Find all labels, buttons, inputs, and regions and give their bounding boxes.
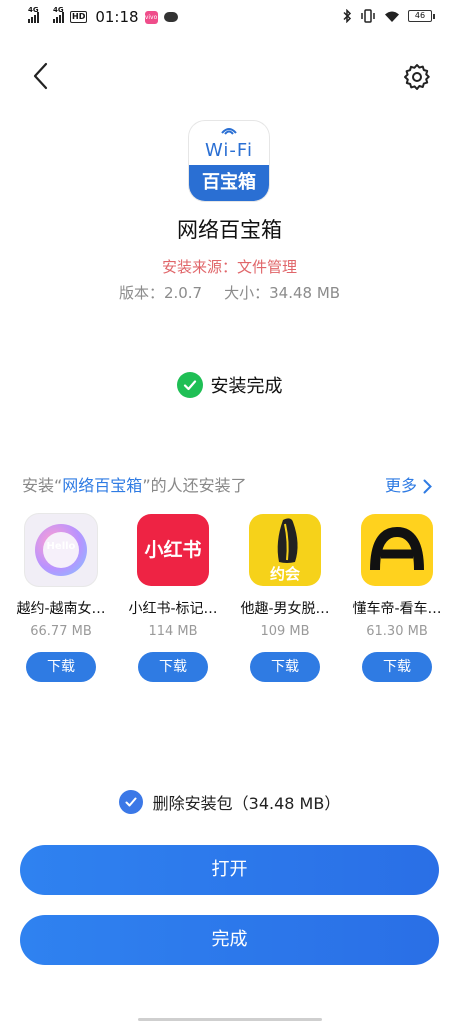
yueyue-app-icon: Hello — [25, 514, 97, 586]
chevron-left-icon — [33, 62, 48, 90]
taqu-app-icon: 约会 — [249, 514, 321, 586]
app-name: 网络百宝箱 — [177, 218, 282, 242]
recommend-app-size: 109 MB — [260, 624, 310, 639]
install-source: 安装来源：文件管理 — [161, 258, 297, 276]
recommend-app-size: 114 MB — [148, 624, 198, 639]
delete-package-label: 删除安装包（34.48 MB） — [152, 794, 341, 813]
done-button[interactable]: 完成 — [20, 915, 439, 965]
battery-level: 46 — [408, 10, 432, 22]
status-bar: 4G 4G HD 01:18 vivo 46 — [0, 0, 459, 36]
recommend-title-suffix: ”的人还安装了 — [142, 476, 247, 495]
download-button[interactable]: 下载 — [26, 652, 96, 682]
recommend-app-name: 小红书-标记… — [128, 601, 218, 617]
download-button[interactable]: 下载 — [362, 652, 432, 682]
gear-icon — [404, 64, 430, 90]
recommend-app-name: 他趣-男女脱… — [240, 601, 330, 617]
back-button[interactable] — [28, 60, 54, 92]
more-link[interactable]: 更多 — [385, 473, 432, 499]
wifi-icon — [385, 11, 399, 22]
wifi-arc-icon — [221, 128, 237, 135]
dongchedi-app-icon — [361, 514, 433, 586]
yueyue-icon-text: Hello — [46, 541, 76, 552]
recommend-header: 安装“网络百宝箱”的人还安装了 更多 — [22, 473, 438, 499]
checkbox-checked-icon[interactable] — [118, 790, 143, 814]
app-meta: 版本：2.0.7 大小：34.48 MB — [0, 282, 459, 303]
recommend-title-prefix: 安装“ — [22, 476, 63, 495]
hd-badge: HD — [70, 11, 88, 23]
signal-sim1-icon: 4G — [28, 6, 39, 23]
chevron-right-icon — [423, 479, 432, 493]
recommend-app-size: 66.77 MB — [30, 624, 92, 639]
bluetooth-icon — [343, 9, 352, 23]
download-button[interactable]: 下载 — [138, 652, 208, 682]
app-icon: Wi-Fi 百宝箱 — [189, 121, 269, 201]
app-size: 大小：34.48 MB — [224, 284, 341, 302]
download-button[interactable]: 下载 — [250, 652, 320, 682]
signal-sim2-icon: 4G — [53, 6, 64, 23]
recommend-app-size: 61.30 MB — [366, 624, 428, 639]
install-complete-screen: 4G 4G HD 01:18 vivo 46 Wi-Fi 百宝箱 网络百宝箱 安… — [0, 0, 459, 1024]
app-icon-bottom-text: 百宝箱 — [189, 165, 269, 201]
settings-button[interactable] — [402, 62, 432, 92]
recommend-title-app: 网络百宝箱 — [62, 476, 143, 495]
xiaohongshu-app-icon: 小红书 — [137, 514, 209, 586]
app-version: 版本：2.0.7 — [118, 284, 203, 302]
install-status-text: 安装完成 — [210, 376, 283, 397]
home-indicator[interactable] — [138, 1018, 322, 1021]
delete-package-option[interactable]: 删除安装包（34.48 MB） — [0, 790, 459, 814]
recommend-app-taqu[interactable]: 约会 他趣-男女脱… 109 MB 下载 — [229, 514, 341, 682]
recommend-app-name: 懂车帝-看车… — [352, 601, 442, 617]
cloud-icon — [163, 12, 178, 22]
status-bar-left: 4G 4G HD 01:18 vivo — [28, 6, 178, 26]
recommend-app-dongchedi[interactable]: 懂车帝-看车… 61.30 MB 下载 — [341, 514, 453, 682]
recommend-app-name: 越约-越南女… — [16, 601, 106, 617]
recommend-app-xiaohongshu[interactable]: 小红书 小红书-标记… 114 MB 下载 — [117, 514, 229, 682]
notification-app-icon: vivo — [144, 10, 158, 24]
success-check-icon — [176, 372, 203, 398]
recommend-app-yueyue[interactable]: Hello 越约-越南女… 66.77 MB 下载 — [5, 514, 117, 682]
sim2-network-label: 4G — [53, 6, 64, 14]
install-status: 安装完成 — [0, 372, 459, 398]
battery-icon: 46 — [408, 10, 435, 22]
more-link-label: 更多 — [384, 476, 417, 495]
app-icon-wifi-text: Wi-Fi — [205, 140, 253, 161]
app-icon-top: Wi-Fi — [189, 121, 269, 165]
status-bar-right: 46 — [342, 9, 435, 23]
clock: 01:18 — [95, 8, 139, 26]
vibrate-icon — [361, 9, 375, 23]
open-button[interactable]: 打开 — [20, 845, 439, 895]
taqu-icon-text: 约会 — [269, 565, 300, 583]
recommend-title: 安装“网络百宝箱”的人还安装了 — [22, 473, 438, 499]
sim1-network-label: 4G — [28, 6, 39, 14]
